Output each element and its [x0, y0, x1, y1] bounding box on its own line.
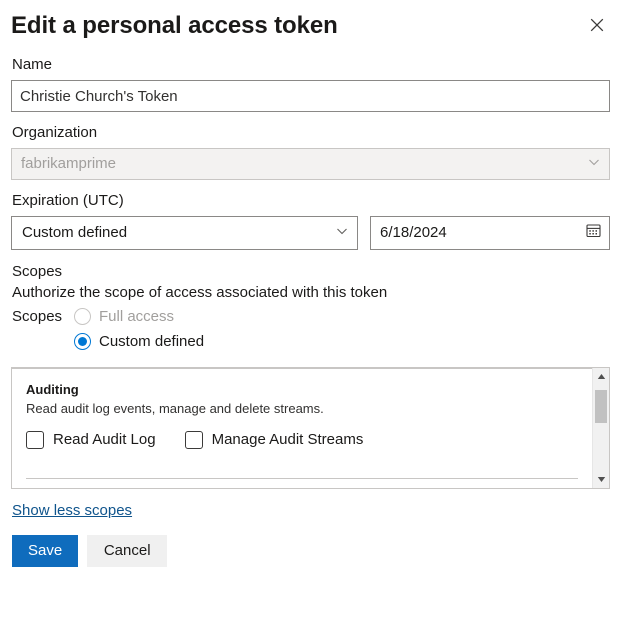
dialog-button-row: Save Cancel: [12, 535, 610, 567]
organization-dropdown[interactable]: fabrikamprime: [11, 148, 610, 180]
scroll-down-arrow-icon[interactable]: [593, 471, 609, 488]
scroll-up-arrow-icon[interactable]: [593, 368, 609, 385]
radio-full-access[interactable]: [74, 308, 91, 325]
expiration-preset-dropdown[interactable]: Custom defined: [11, 216, 358, 250]
scope-divider-bottom: [26, 478, 578, 479]
organization-value: fabrikamprime: [21, 154, 587, 174]
scope-list-panel: Auditing Read audit log events, manage a…: [11, 367, 610, 489]
close-icon: [589, 17, 605, 33]
scope-group-description: Read audit log events, manage and delete…: [26, 400, 578, 417]
organization-label: Organization: [12, 123, 610, 143]
name-label: Name: [12, 55, 610, 75]
checkbox-label-manage-audit-streams: Manage Audit Streams: [212, 430, 364, 450]
show-less-scopes-link[interactable]: Show less scopes: [12, 502, 132, 519]
checkbox-label-read-audit-log: Read Audit Log: [53, 430, 156, 450]
expiration-row: Custom defined 6/18/2024: [11, 216, 610, 250]
expiration-label: Expiration (UTC): [12, 191, 610, 211]
scopes-description: Authorize the scope of access associated…: [12, 282, 610, 303]
scopes-radio-row-full-access: Scopes Full access: [11, 304, 610, 329]
scopes-heading: Scopes: [12, 262, 610, 282]
checkbox-item-manage-audit-streams[interactable]: Manage Audit Streams: [185, 430, 364, 450]
page-title: Edit a personal access token: [11, 11, 338, 41]
radio-label-full-access: Full access: [99, 307, 174, 327]
radio-custom-defined[interactable]: [74, 333, 91, 350]
calendar-icon[interactable]: [586, 223, 601, 243]
expiration-date-value: 6/18/2024: [380, 223, 586, 243]
scope-list-scrollbar[interactable]: [592, 368, 609, 488]
checkbox-item-read-audit-log[interactable]: Read Audit Log: [26, 430, 156, 450]
checkbox-read-audit-log[interactable]: [26, 431, 44, 449]
expiration-date-input[interactable]: 6/18/2024: [370, 216, 610, 250]
scopes-radio-group: Scopes Full access Custom defined: [11, 304, 610, 354]
scrollbar-thumb[interactable]: [595, 390, 607, 423]
expiration-preset-value: Custom defined: [22, 223, 335, 243]
checkbox-manage-audit-streams[interactable]: [185, 431, 203, 449]
scope-group-title: Auditing: [26, 381, 578, 398]
scope-divider-top: [12, 368, 592, 369]
scopes-radio-row-custom-defined: Custom defined: [11, 329, 610, 354]
cancel-button[interactable]: Cancel: [87, 535, 167, 567]
scopes-inline-label: Scopes: [12, 307, 74, 327]
chevron-down-icon: [335, 224, 349, 243]
edit-pat-dialog: Edit a personal access token Name Organi…: [0, 0, 621, 626]
save-button[interactable]: Save: [12, 535, 78, 567]
scope-scroll-area: Auditing Read audit log events, manage a…: [12, 368, 592, 488]
scope-checkbox-row: Read Audit Log Manage Audit Streams: [26, 430, 578, 450]
dialog-header: Edit a personal access token: [11, 0, 610, 44]
name-input[interactable]: [11, 80, 610, 112]
chevron-down-icon: [587, 155, 601, 174]
radio-label-custom-defined: Custom defined: [99, 332, 204, 352]
close-button[interactable]: [581, 9, 613, 41]
